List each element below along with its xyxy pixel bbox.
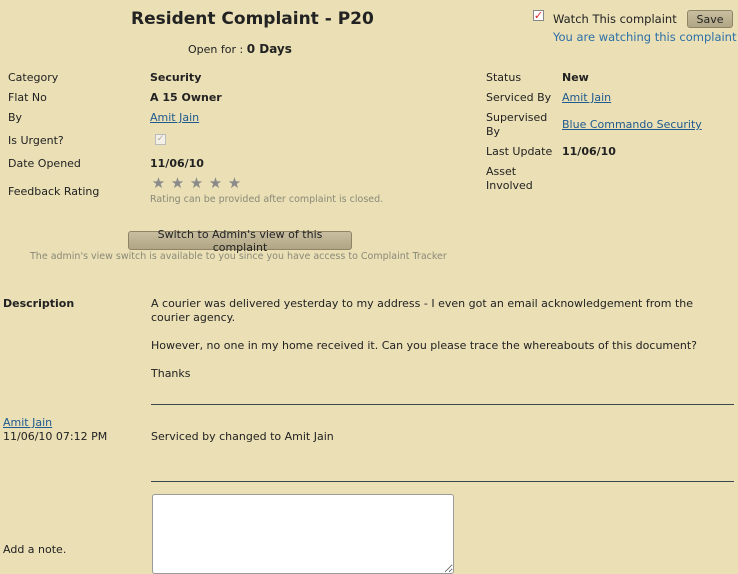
star-icon[interactable]: ★ xyxy=(169,176,186,191)
add-note-label: Add a note. xyxy=(3,543,67,556)
date-opened-label: Date Opened xyxy=(8,157,81,170)
history-timestamp: 11/06/10 07:12 PM xyxy=(3,430,108,443)
note-textarea[interactable] xyxy=(152,494,454,574)
flat-label: Flat No xyxy=(8,91,47,104)
open-for-label: Open for : xyxy=(188,43,244,56)
rating-stars: ★ ★ ★ ★ ★ xyxy=(150,176,243,191)
save-button[interactable]: Save xyxy=(687,10,733,28)
supervised-by-label-1: Supervised xyxy=(486,111,548,124)
rating-hint: Rating can be provided after complaint i… xyxy=(150,194,384,205)
feedback-label: Feedback Rating xyxy=(8,185,100,198)
status-value: New xyxy=(562,71,589,84)
description-line-1: A courier was delivered yesterday to my … xyxy=(151,297,693,310)
watch-label: Watch This complaint xyxy=(553,12,677,26)
admin-hint: The admin's view switch is available to … xyxy=(30,251,447,262)
description-label: Description xyxy=(3,297,75,310)
open-for-value: 0 Days xyxy=(246,42,292,56)
by-label: By xyxy=(8,111,23,124)
serviced-by-link[interactable]: Amit Jain xyxy=(562,91,611,104)
flat-value: A 15 Owner xyxy=(150,91,222,104)
watch-checkbox[interactable]: ✓ xyxy=(533,10,544,21)
category-value: Security xyxy=(150,71,202,84)
star-icon[interactable]: ★ xyxy=(150,176,167,191)
description-line-4: Thanks xyxy=(151,367,191,380)
history-author-link[interactable]: Amit Jain xyxy=(3,416,52,429)
serviced-by-label: Serviced By xyxy=(486,91,552,104)
description-line-2: courier agency. xyxy=(151,311,236,324)
last-update-label: Last Update xyxy=(486,145,553,158)
star-icon[interactable]: ★ xyxy=(188,176,205,191)
page-title: Resident Complaint - P20 xyxy=(131,9,374,29)
last-update-value: 11/06/10 xyxy=(562,145,616,158)
admin-view-button[interactable]: Switch to Admin's view of this complaint xyxy=(128,228,352,254)
history-message: Serviced by changed to Amit Jain xyxy=(151,430,334,443)
asset-label-2: Involved xyxy=(486,179,533,192)
divider xyxy=(151,404,734,405)
urgent-checkbox: ✓ xyxy=(155,134,166,145)
open-for: Open for : 0 Days xyxy=(188,42,292,56)
description-line-3: However, no one in my home received it. … xyxy=(151,339,698,352)
status-label: Status xyxy=(486,71,522,84)
star-icon[interactable]: ★ xyxy=(226,176,243,191)
divider xyxy=(151,481,734,482)
watching-status: You are watching this complaint xyxy=(553,30,737,44)
date-opened-value: 11/06/10 xyxy=(150,157,204,170)
urgent-label: Is Urgent? xyxy=(8,134,64,147)
check-icon: ✓ xyxy=(533,9,544,22)
supervised-by-label-2: By xyxy=(486,125,501,138)
by-user-link[interactable]: Amit Jain xyxy=(150,111,199,124)
category-label: Category xyxy=(8,71,59,84)
supervised-by-link[interactable]: Blue Commando Security xyxy=(562,118,702,131)
star-icon[interactable]: ★ xyxy=(207,176,224,191)
asset-label-1: Asset xyxy=(486,165,517,178)
